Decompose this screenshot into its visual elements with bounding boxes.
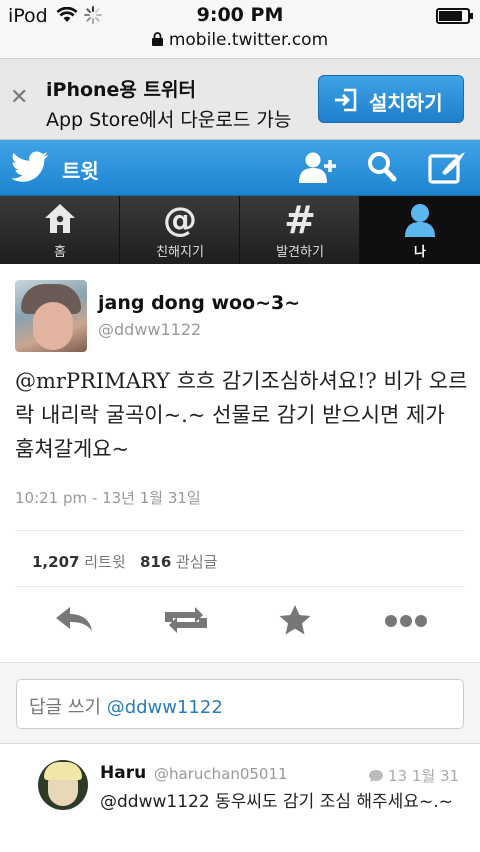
- speech-bubble-icon: [368, 769, 384, 787]
- twitter-bird-icon[interactable]: [11, 150, 50, 188]
- favorite-star-icon[interactable]: [278, 604, 312, 640]
- svg-text:@: @: [163, 202, 197, 238]
- banner-subtitle: App Store에서 다운로드 가능: [46, 109, 292, 131]
- install-icon: [333, 87, 359, 118]
- status-bar: iPod 9:00 PM: [0, 0, 480, 30]
- more-options-icon[interactable]: [382, 604, 430, 640]
- home-icon: [0, 202, 120, 240]
- hashtag-icon: #: [240, 198, 360, 242]
- tab-connect-label: 친해지기: [156, 245, 204, 260]
- url-bar[interactable]: mobile.twitter.com: [0, 30, 480, 58]
- reply-author-name[interactable]: Haru: [100, 763, 146, 783]
- header-title: 트윗: [62, 159, 99, 183]
- svg-text:#: #: [284, 202, 316, 238]
- author-name[interactable]: jang dong woo~3~: [98, 292, 300, 314]
- url-text: mobile.twitter.com: [168, 30, 329, 50]
- nav-tabs: 홈 @ 친해지기 # 발견하기 나: [0, 196, 480, 264]
- app-header: 트윗: [0, 140, 480, 196]
- tweet-timestamp: 10:21 pm - 13년 1월 31일: [15, 489, 201, 507]
- tab-connect[interactable]: @ 친해지기: [120, 196, 240, 264]
- divider: [15, 586, 465, 587]
- person-icon: [360, 202, 480, 242]
- retweet-icon[interactable]: [163, 604, 209, 640]
- divider: [15, 530, 465, 531]
- install-label: 설치하기: [369, 91, 443, 115]
- tab-home-label: 홈: [54, 245, 66, 260]
- battery-icon: [436, 8, 473, 24]
- banner-title: iPhone용 트위터: [46, 79, 196, 101]
- divider: [0, 743, 480, 744]
- tweet-mention[interactable]: @mrPRIMARY: [15, 369, 170, 393]
- reply-date-text: 13 1월 31: [388, 767, 460, 785]
- add-user-icon[interactable]: [298, 150, 338, 190]
- reply-input[interactable]: 답글 쓰기 @ddww1122: [16, 679, 464, 729]
- app-banner: ✕ iPhone용 트위터 App Store에서 다운로드 가능 설치하기: [0, 58, 480, 140]
- install-button[interactable]: 설치하기: [318, 75, 464, 123]
- tab-me[interactable]: 나: [360, 196, 480, 264]
- lock-icon: [151, 31, 163, 51]
- author-handle[interactable]: @ddww1122: [98, 320, 201, 339]
- tab-discover[interactable]: # 발견하기: [240, 196, 360, 264]
- favorite-count[interactable]: 816: [140, 553, 171, 571]
- close-icon[interactable]: ✕: [10, 85, 28, 110]
- tab-me-label: 나: [414, 245, 426, 260]
- reply-icon[interactable]: [54, 604, 94, 640]
- retweet-count[interactable]: 1,207: [32, 553, 79, 571]
- tab-home[interactable]: 홈: [0, 196, 120, 264]
- at-icon: @: [120, 200, 240, 242]
- tab-discover-label: 발견하기: [276, 245, 324, 260]
- reply-placeholder: 답글 쓰기: [29, 697, 107, 718]
- reply-author-handle[interactable]: @haruchan05011: [154, 765, 288, 783]
- author-avatar[interactable]: [15, 280, 87, 352]
- reply-date: 13 1월 31: [368, 765, 459, 787]
- retweet-label[interactable]: 리트윗: [84, 553, 125, 571]
- compose-icon[interactable]: [428, 150, 468, 190]
- tweet-stats: 1,207 리트윗 816 관심글: [32, 551, 217, 572]
- reply-mention: @ddww1122: [106, 697, 223, 718]
- tweet-text: @mrPRIMARY 흐흐 감기조심하셔요!? 비가 오르락 내리락 굴곡이~.…: [15, 364, 470, 466]
- reply-avatar[interactable]: [38, 760, 88, 810]
- favorite-label[interactable]: 관심글: [176, 553, 217, 571]
- search-icon[interactable]: [366, 150, 398, 188]
- reply-text: @ddww1122 동우씨도 감기 조심 해주세요~.~: [100, 792, 453, 812]
- clock: 9:00 PM: [196, 4, 284, 26]
